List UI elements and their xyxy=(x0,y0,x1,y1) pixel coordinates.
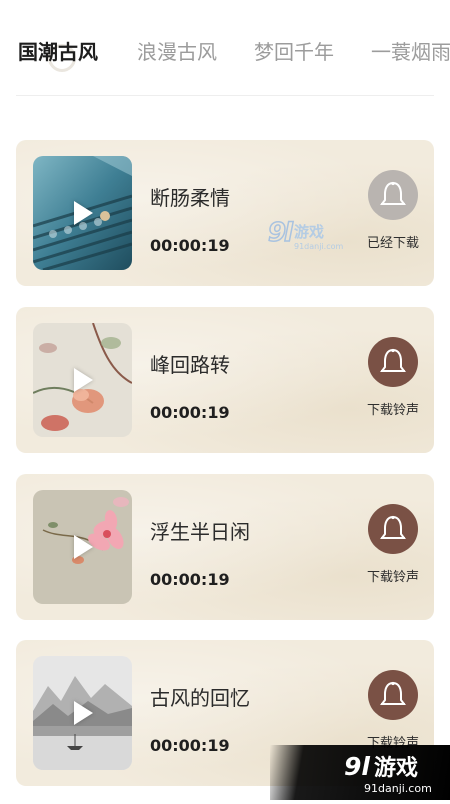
play-icon[interactable] xyxy=(74,368,93,392)
download-button[interactable]: 下载铃声 xyxy=(366,504,420,585)
song-duration: 00:00:19 xyxy=(150,736,230,755)
rooftop-tiles-image[interactable] xyxy=(33,156,132,270)
song-duration: 00:00:19 xyxy=(150,403,230,422)
bell-icon xyxy=(368,337,418,387)
category-tab-bar: 国潮古风 浪漫古风 梦回千年 一蓑烟雨 xyxy=(0,0,450,95)
tab-langman-gufeng[interactable]: 浪漫古风 xyxy=(137,36,217,65)
song-title: 浮生半日闲 xyxy=(150,520,250,544)
ringtone-card[interactable]: 峰回路转 00:00:19 下载铃声 xyxy=(16,307,434,453)
ringtone-card[interactable]: 浮生半日闲 00:00:19 下载铃声 xyxy=(16,474,434,620)
tab-menghui-qiannian[interactable]: 梦回千年 xyxy=(254,36,334,65)
svg-text:91danji.com: 91danji.com xyxy=(294,242,344,251)
download-button[interactable]: 下载铃声 xyxy=(366,670,420,751)
song-title: 断肠柔情 xyxy=(150,186,230,210)
song-duration: 00:00:19 xyxy=(150,236,230,255)
tab-guochao-gufeng[interactable]: 国潮古风 xyxy=(18,36,98,65)
svg-text:91danji.com: 91danji.com xyxy=(364,782,432,795)
bell-icon xyxy=(368,670,418,720)
song-duration: 00:00:19 xyxy=(150,570,230,589)
bell-icon xyxy=(368,504,418,554)
bell-icon xyxy=(368,170,418,220)
svg-text:游戏: 游戏 xyxy=(374,755,418,781)
download-status-label: 已经下载 xyxy=(366,236,419,251)
play-icon[interactable] xyxy=(74,201,93,225)
watermark-logo-center: 9 l 游戏 91danji.com xyxy=(266,215,366,255)
download-ringtone-label: 下载铃声 xyxy=(366,570,419,585)
svg-text:游戏: 游戏 xyxy=(294,223,324,241)
ink-landscape-image[interactable] xyxy=(33,656,132,770)
flower-painting-image[interactable] xyxy=(33,323,132,437)
watermark-logo-corner: 9l 游戏 91danji.com xyxy=(270,745,450,800)
play-icon[interactable] xyxy=(74,535,93,559)
svg-text:l: l xyxy=(284,218,294,248)
play-icon[interactable] xyxy=(74,701,93,725)
tab-divider xyxy=(16,95,434,96)
song-title: 峰回路转 xyxy=(150,353,230,377)
pink-blossom-image[interactable] xyxy=(33,490,132,604)
song-title: 古风的回忆 xyxy=(150,686,250,710)
svg-text:9l: 9l xyxy=(344,752,370,781)
download-button[interactable]: 下载铃声 xyxy=(366,337,420,418)
download-ringtone-label: 下载铃声 xyxy=(366,403,419,418)
tab-yisuo-yanyu[interactable]: 一蓑烟雨 xyxy=(371,36,450,65)
download-button[interactable]: 已经下载 xyxy=(366,170,420,251)
ringtone-card[interactable]: 断肠柔情 00:00:19 已经下载 xyxy=(16,140,434,286)
